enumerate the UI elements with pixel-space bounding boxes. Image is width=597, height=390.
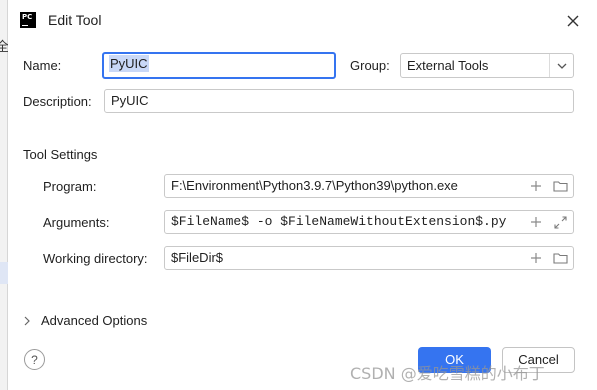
group-label: Group: <box>350 58 390 73</box>
workdir-browse-button[interactable] <box>552 250 568 266</box>
program-input[interactable]: F:\Environment\Python3.9.7\Python39\pyth… <box>164 174 574 198</box>
folder-icon <box>552 181 568 192</box>
group-combobox[interactable]: External Tools <box>400 53 574 78</box>
description-label: Description: <box>23 94 92 109</box>
arguments-input-value: $FileName$ -o $FileNameWithoutExtension$… <box>171 214 507 229</box>
arguments-input[interactable]: $FileName$ -o $FileNameWithoutExtension$… <box>164 210 574 234</box>
working-directory-label: Working directory: <box>43 251 148 266</box>
tool-settings-title: Tool Settings <box>23 147 98 162</box>
dialog-title: Edit Tool <box>48 12 102 28</box>
background-window-strip: 全 <box>0 0 9 390</box>
arguments-expand-button[interactable] <box>552 214 568 230</box>
working-directory-field-icons <box>528 250 568 266</box>
program-input-value: F:\Environment\Python3.9.7\Python39\pyth… <box>171 178 458 193</box>
close-button[interactable] <box>562 10 584 32</box>
folder-icon <box>552 253 568 264</box>
plus-icon <box>531 217 541 227</box>
title-bar: PC Edit Tool <box>8 0 597 40</box>
description-input[interactable]: PyUIC <box>104 89 574 113</box>
program-field-icons <box>528 178 568 194</box>
group-combobox-value: External Tools <box>407 58 489 73</box>
arguments-insert-macro-button[interactable] <box>528 214 544 230</box>
program-insert-macro-button[interactable] <box>528 178 544 194</box>
help-button[interactable]: ? <box>24 349 45 370</box>
name-input-value: PyUIC <box>109 55 149 72</box>
pycharm-app-icon: PC <box>20 12 36 28</box>
plus-icon <box>531 181 541 191</box>
background-selection <box>0 262 8 284</box>
arguments-field-icons <box>528 214 568 230</box>
name-input[interactable]: PyUIC <box>102 52 336 79</box>
help-icon: ? <box>31 352 38 367</box>
advanced-options-label: Advanced Options <box>41 313 148 328</box>
program-browse-button[interactable] <box>552 178 568 194</box>
chevron-down-icon <box>557 63 566 69</box>
edit-tool-dialog: PC Edit Tool Name: PyUIC Group: External… <box>8 0 597 390</box>
name-label: Name: <box>23 58 62 73</box>
arguments-label: Arguments: <box>43 215 110 230</box>
close-icon <box>567 15 579 27</box>
working-directory-input-value: $FileDir$ <box>171 250 224 265</box>
app-icon-text: PC <box>22 13 33 21</box>
expand-icon <box>553 215 567 229</box>
workdir-insert-macro-button[interactable] <box>528 250 544 266</box>
working-directory-input[interactable]: $FileDir$ <box>164 246 574 270</box>
group-dropdown-button[interactable] <box>549 54 573 77</box>
plus-icon <box>531 253 541 263</box>
description-input-value: PyUIC <box>111 93 149 108</box>
watermark-text: CSDN @爱吃雪糕的小布丁 <box>350 364 545 383</box>
program-label: Program: <box>43 179 97 194</box>
advanced-options-toggle[interactable]: Advanced Options <box>23 313 147 328</box>
chevron-right-icon <box>24 316 30 325</box>
